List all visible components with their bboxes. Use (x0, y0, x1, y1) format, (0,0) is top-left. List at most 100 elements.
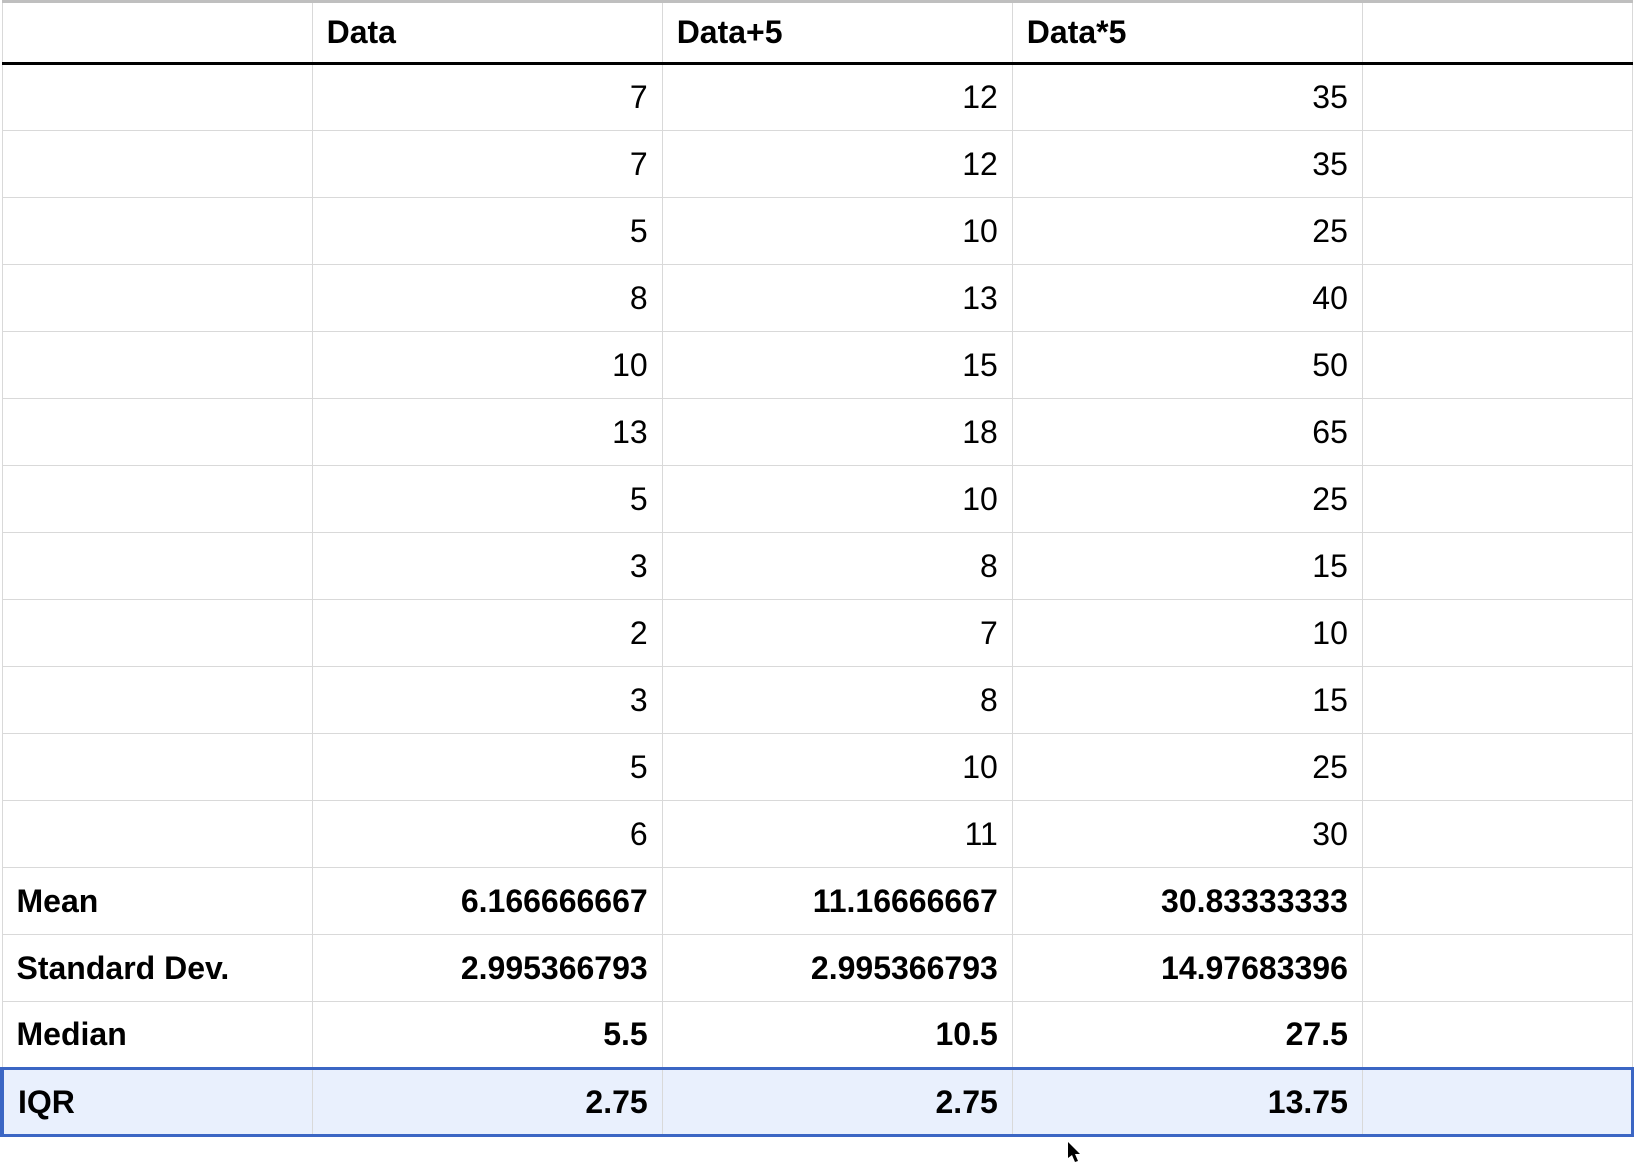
cell[interactable]: 25 (1012, 466, 1362, 533)
cell[interactable]: 13 (312, 399, 662, 466)
cell[interactable]: 25 (1012, 734, 1362, 801)
header-row[interactable]: Data Data+5 Data*5 (2, 2, 1633, 64)
cell[interactable]: 35 (1012, 64, 1362, 131)
cell[interactable]: 7 (312, 131, 662, 198)
cell-empty[interactable] (1362, 600, 1632, 667)
cell[interactable]: 5 (312, 198, 662, 265)
cell[interactable]: 15 (662, 332, 1012, 399)
summary-row-stddev[interactable]: Standard Dev. 2.995366793 2.995366793 14… (2, 935, 1633, 1002)
summary-value[interactable]: 11.16666667 (662, 868, 1012, 935)
summary-value[interactable]: 2.75 (662, 1069, 1012, 1136)
cell[interactable] (2, 600, 312, 667)
cell[interactable] (2, 131, 312, 198)
cell[interactable]: 12 (662, 131, 1012, 198)
cell[interactable]: 30 (1012, 801, 1362, 868)
table-row[interactable]: 10 15 50 (2, 332, 1633, 399)
cell[interactable]: 35 (1012, 131, 1362, 198)
cell[interactable]: 7 (662, 600, 1012, 667)
cell[interactable]: 10 (312, 332, 662, 399)
table-row[interactable]: 6 11 30 (2, 801, 1633, 868)
summary-value[interactable]: 10.5 (662, 1002, 1012, 1069)
cell[interactable]: 3 (312, 533, 662, 600)
summary-value[interactable]: 6.166666667 (312, 868, 662, 935)
cell[interactable] (2, 533, 312, 600)
table-row[interactable]: 13 18 65 (2, 399, 1633, 466)
cell-empty[interactable] (1362, 466, 1632, 533)
cell-empty[interactable] (1362, 667, 1632, 734)
cell[interactable]: 10 (662, 198, 1012, 265)
cell[interactable] (2, 399, 312, 466)
summary-value[interactable]: 5.5 (312, 1002, 662, 1069)
cell-empty[interactable] (1362, 1069, 1632, 1136)
summary-value[interactable]: 2.995366793 (662, 935, 1012, 1002)
cell[interactable]: 10 (1012, 600, 1362, 667)
summary-label[interactable]: Median (2, 1002, 312, 1069)
header-empty[interactable] (1362, 2, 1632, 64)
spreadsheet-grid[interactable]: Data Data+5 Data*5 7 12 35 7 12 35 5 10 … (0, 0, 1634, 1137)
cell[interactable]: 8 (662, 533, 1012, 600)
cell[interactable] (2, 265, 312, 332)
cell-empty[interactable] (1362, 734, 1632, 801)
cell[interactable]: 8 (662, 667, 1012, 734)
summary-label[interactable]: Mean (2, 868, 312, 935)
cell-empty[interactable] (1362, 935, 1632, 1002)
cell[interactable]: 12 (662, 64, 1012, 131)
cell-empty[interactable] (1362, 131, 1632, 198)
cell[interactable] (2, 466, 312, 533)
summary-row-iqr[interactable]: IQR 2.75 2.75 13.75 (2, 1069, 1633, 1136)
summary-row-mean[interactable]: Mean 6.166666667 11.16666667 30.83333333 (2, 868, 1633, 935)
header-blank[interactable] (2, 2, 312, 64)
cell[interactable]: 5 (312, 734, 662, 801)
header-data-plus-5[interactable]: Data+5 (662, 2, 1012, 64)
cell-empty[interactable] (1362, 399, 1632, 466)
summary-value[interactable]: 13.75 (1012, 1069, 1362, 1136)
cell[interactable]: 65 (1012, 399, 1362, 466)
summary-value[interactable]: 2.75 (312, 1069, 662, 1136)
summary-label[interactable]: IQR (2, 1069, 312, 1136)
table-row[interactable]: 8 13 40 (2, 265, 1633, 332)
summary-row-median[interactable]: Median 5.5 10.5 27.5 (2, 1002, 1633, 1069)
cell[interactable]: 5 (312, 466, 662, 533)
cell[interactable]: 10 (662, 734, 1012, 801)
cell[interactable]: 25 (1012, 198, 1362, 265)
cell[interactable]: 18 (662, 399, 1012, 466)
cell[interactable] (2, 667, 312, 734)
summary-value[interactable]: 27.5 (1012, 1002, 1362, 1069)
cell[interactable]: 2 (312, 600, 662, 667)
summary-label[interactable]: Standard Dev. (2, 935, 312, 1002)
header-data-times-5[interactable]: Data*5 (1012, 2, 1362, 64)
cell[interactable]: 15 (1012, 533, 1362, 600)
cell[interactable]: 10 (662, 466, 1012, 533)
cell-empty[interactable] (1362, 64, 1632, 131)
cell-empty[interactable] (1362, 1002, 1632, 1069)
cell[interactable]: 3 (312, 667, 662, 734)
table-row[interactable]: 2 7 10 (2, 600, 1633, 667)
table-row[interactable]: 5 10 25 (2, 734, 1633, 801)
cell-empty[interactable] (1362, 801, 1632, 868)
cell[interactable] (2, 734, 312, 801)
summary-value[interactable]: 30.83333333 (1012, 868, 1362, 935)
summary-value[interactable]: 14.97683396 (1012, 935, 1362, 1002)
table-row[interactable]: 7 12 35 (2, 131, 1633, 198)
cell[interactable]: 13 (662, 265, 1012, 332)
cell[interactable] (2, 64, 312, 131)
table-row[interactable]: 5 10 25 (2, 466, 1633, 533)
cell[interactable] (2, 332, 312, 399)
cell-empty[interactable] (1362, 198, 1632, 265)
cell[interactable]: 15 (1012, 667, 1362, 734)
cell[interactable] (2, 801, 312, 868)
table-row[interactable]: 3 8 15 (2, 533, 1633, 600)
table-row[interactable]: 7 12 35 (2, 64, 1633, 131)
cell[interactable]: 8 (312, 265, 662, 332)
table-row[interactable]: 5 10 25 (2, 198, 1633, 265)
cell[interactable] (2, 198, 312, 265)
cell[interactable]: 7 (312, 64, 662, 131)
cell-empty[interactable] (1362, 332, 1632, 399)
cell-empty[interactable] (1362, 868, 1632, 935)
cell[interactable]: 11 (662, 801, 1012, 868)
summary-value[interactable]: 2.995366793 (312, 935, 662, 1002)
cell[interactable]: 40 (1012, 265, 1362, 332)
header-data[interactable]: Data (312, 2, 662, 64)
cell-empty[interactable] (1362, 533, 1632, 600)
cell-empty[interactable] (1362, 265, 1632, 332)
